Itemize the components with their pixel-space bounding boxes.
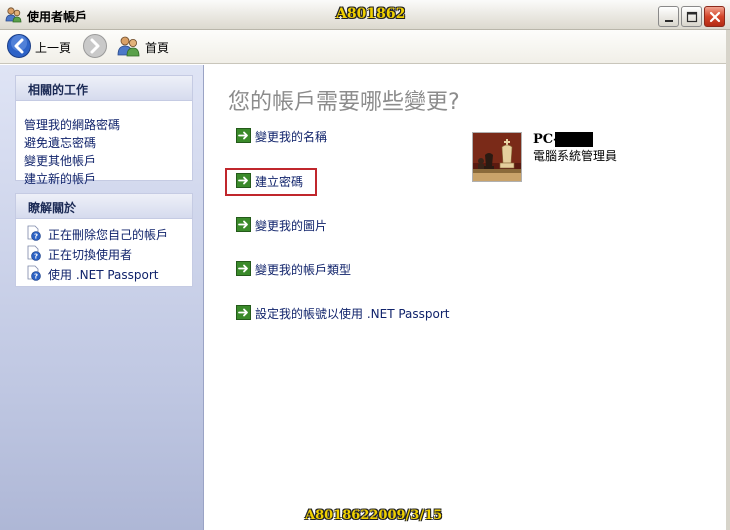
page-heading: 您的帳戶需要哪些變更? (228, 90, 460, 115)
help-document-icon: ? (27, 245, 41, 261)
task-pane: 相關的工作 管理我的網路密碼 避免遺忘密碼 變更其他帳戶 建立新的帳戶 瞭解關於… (0, 65, 204, 530)
green-arrow-icon (236, 305, 251, 320)
svg-text:?: ? (34, 233, 38, 241)
task-link-manage-network-passwords[interactable]: 管理我的網路密碼 (24, 116, 120, 133)
back-button-label[interactable]: 上一頁 (35, 39, 71, 56)
watermark-bottom: A8018622009/3/15 (305, 508, 443, 523)
action-change-name[interactable]: 變更我的名稱 (236, 126, 466, 146)
action-change-account-type[interactable]: 變更我的帳戶類型 (236, 259, 466, 279)
minimize-button[interactable] (658, 6, 679, 27)
related-tasks-panel: 相關的工作 管理我的網路密碼 避免遺忘密碼 變更其他帳戶 建立新的帳戶 (15, 75, 193, 186)
help-link-delete-own-account[interactable]: ? 正在刪除您自己的帳戶 (26, 224, 191, 242)
close-icon (709, 11, 721, 23)
action-label[interactable]: 變更我的帳戶類型 (255, 261, 351, 278)
learn-about-panel: 瞭解關於 ? 正在刪除您自己的帳戶 ? 正在切換使用者 ? 使用 .NET Pa… (15, 193, 193, 287)
task-link-create-new-account[interactable]: 建立新的帳戶 (24, 170, 96, 187)
action-label[interactable]: 建立密碼 (255, 173, 303, 190)
learn-about-title: 瞭解關於 (16, 194, 192, 219)
chess-picture-icon (473, 133, 521, 181)
back-button[interactable] (6, 33, 32, 59)
user-avatar (472, 132, 522, 182)
forward-arrow-icon (83, 34, 107, 58)
help-link-label[interactable]: 正在切換使用者 (48, 246, 132, 263)
maximize-icon (686, 11, 698, 23)
help-document-icon: ? (27, 225, 41, 241)
minimize-icon (665, 20, 673, 22)
action-label[interactable]: 設定我的帳號以使用 .NET Passport (255, 305, 450, 322)
action-label[interactable]: 變更我的名稱 (255, 128, 327, 145)
window-title: 使用者帳戶 (27, 10, 88, 24)
help-link-switching-users[interactable]: ? 正在切換使用者 (26, 244, 191, 262)
svg-text:?: ? (34, 253, 38, 261)
green-arrow-icon (236, 261, 251, 276)
svg-text:?: ? (34, 273, 38, 281)
redacted-name-block (555, 132, 593, 147)
help-link-net-passport[interactable]: ? 使用 .NET Passport (26, 264, 191, 282)
green-arrow-icon (236, 128, 251, 143)
help-document-icon: ? (27, 265, 41, 281)
user-accounts-icon (5, 6, 23, 24)
help-link-label[interactable]: 使用 .NET Passport (48, 266, 159, 283)
close-button[interactable] (704, 6, 725, 27)
watermark-top: A801862 (336, 6, 406, 22)
forward-button[interactable] (82, 33, 108, 59)
window-right-border (726, 30, 730, 530)
home-button-label[interactable]: 首頁 (145, 39, 169, 56)
action-label[interactable]: 變更我的圖片 (255, 217, 327, 234)
action-change-picture[interactable]: 變更我的圖片 (236, 215, 466, 235)
user-role: 電腦系統管理員 (533, 149, 618, 163)
task-link-prevent-forgotten-password[interactable]: 避免遺忘密碼 (24, 134, 96, 151)
back-arrow-icon (7, 34, 31, 58)
help-link-label[interactable]: 正在刪除您自己的帳戶 (48, 226, 168, 243)
action-setup-net-passport[interactable]: 設定我的帳號以使用 .NET Passport (236, 303, 496, 323)
action-create-password[interactable]: 建立密碼 (236, 171, 466, 191)
title-bar[interactable]: 使用者帳戶 A801862 (0, 0, 730, 30)
navigation-toolbar: 上一頁 首頁 (0, 30, 730, 64)
home-users-icon[interactable] (116, 33, 142, 59)
task-link-change-another-account[interactable]: 變更其他帳戶 (24, 152, 96, 169)
related-tasks-title: 相關的工作 (16, 76, 192, 101)
main-content: 您的帳戶需要哪些變更? 變更我的名稱 建立密碼 變更我的圖片 變更我的帳戶類型 (205, 65, 726, 530)
green-arrow-icon (236, 217, 251, 232)
maximize-button[interactable] (681, 6, 702, 27)
green-arrow-icon (236, 173, 251, 188)
